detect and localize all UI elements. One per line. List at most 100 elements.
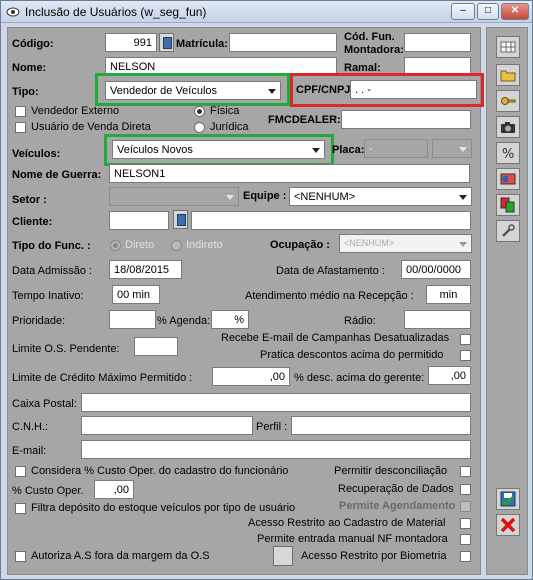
tipo-label: Tipo:: [12, 86, 39, 98]
permite-agendamento-label: Permite Agendamento: [339, 500, 456, 512]
save-button[interactable]: [496, 488, 520, 510]
filtra-deposito-label: Filtra depósito do estoque veículos por …: [31, 502, 296, 514]
email-field[interactable]: [81, 440, 471, 459]
window-title: Inclusão de Usuários (w_seg_fun): [25, 5, 207, 19]
custo-oper-field[interactable]: ,00: [94, 480, 134, 499]
acesso-biometria-label: Acesso Restrito por Biometria: [301, 550, 447, 562]
ocupacao-select[interactable]: <NENHUM>: [339, 234, 472, 253]
usuario-venda-direta-checkbox[interactable]: [15, 122, 26, 133]
cliente-lookup-button[interactable]: [173, 210, 188, 229]
nome-label: Nome:: [12, 62, 47, 74]
montadora-label: Montadora:: [344, 44, 404, 56]
fmcdealer-field[interactable]: [341, 110, 471, 129]
grid-button[interactable]: [496, 36, 520, 58]
cliente-code-field[interactable]: [109, 211, 169, 230]
wrench-button[interactable]: [496, 220, 520, 242]
recebe-email-label: Recebe E-mail de Campanhas Desatualizada…: [221, 332, 450, 344]
cpf-cnpj-field[interactable]: . . -: [350, 80, 477, 99]
recebe-email-checkbox[interactable]: [460, 334, 471, 345]
open-folder-icon: [500, 70, 516, 82]
cancel-icon: [500, 517, 516, 533]
acesso-biometria-checkbox[interactable]: [460, 551, 471, 562]
nome-guerra-field[interactable]: NELSON1: [109, 164, 470, 183]
wrench-icon: [502, 224, 515, 237]
considera-custo-checkbox[interactable]: [15, 466, 26, 477]
ocupacao-select-value: <NENHUM>: [344, 238, 395, 248]
permite-agendamento-checkbox[interactable]: [460, 501, 471, 512]
codigo-field[interactable]: 991: [105, 33, 157, 52]
juridica-radio[interactable]: [194, 122, 205, 133]
acesso-restrito-material-label: Acesso Restrito ao Cadastro de Material: [248, 517, 446, 529]
placa-label: Placa:: [332, 144, 365, 156]
fisica-radio[interactable]: [194, 106, 205, 117]
minimize-button[interactable]: –: [451, 3, 475, 20]
data-afastamento-field[interactable]: 00/00/0000: [401, 260, 471, 279]
indireto-label: Indireto: [186, 239, 223, 251]
veiculos-select[interactable]: Veículos Novos: [112, 140, 325, 159]
setor-label: Setor :: [12, 194, 47, 206]
permite-nf-manual-checkbox[interactable]: [460, 534, 471, 545]
caixa-postal-field[interactable]: [81, 393, 471, 412]
color-pages-button[interactable]: [496, 194, 520, 216]
form-panel: Código: 991 Matrícula: Cód. Fun. Montado…: [7, 27, 484, 575]
close-button[interactable]: ✕: [501, 3, 529, 20]
cnh-label: C.N.H.:: [12, 421, 49, 433]
indireto-radio[interactable]: [171, 240, 182, 251]
cliente-name-field[interactable]: [191, 211, 471, 230]
veiculos-select-value: Veículos Novos: [117, 144, 193, 156]
key-icon: [501, 97, 516, 105]
codigo-lookup-button[interactable]: [159, 33, 174, 52]
permite-nf-manual-label: Permite entrada manual NF montadora: [257, 533, 448, 545]
prioridade-field[interactable]: [109, 310, 156, 329]
pratica-descontos-checkbox[interactable]: [460, 350, 471, 361]
data-admissao-field[interactable]: 18/08/2015: [109, 260, 182, 279]
cnh-field[interactable]: [81, 416, 253, 435]
fisica-label: Física: [210, 105, 240, 117]
chevron-down-icon: [459, 195, 467, 200]
codigo-label: Código:: [12, 38, 54, 50]
permitir-desconciliacao-checkbox[interactable]: [460, 466, 471, 477]
fmcdealer-label: FMCDEALER:: [268, 114, 341, 126]
permitir-desconciliacao-label: Permitir desconciliação: [334, 465, 448, 477]
setor-select[interactable]: [109, 187, 239, 206]
caixa-postal-label: Caixa Postal:: [12, 398, 77, 410]
card-button[interactable]: [496, 168, 520, 190]
app-icon: [6, 7, 20, 17]
cod-fun-montadora-field[interactable]: [404, 33, 471, 52]
limite-credito-field[interactable]: ,00: [212, 367, 290, 386]
percent-button[interactable]: %: [496, 142, 520, 164]
placa-field[interactable]: -: [364, 139, 428, 158]
agenda-field[interactable]: %: [211, 310, 249, 329]
matricula-label: Matrícula:: [176, 38, 228, 50]
cod-fun-label: Cód. Fun.: [344, 31, 395, 43]
tempo-inativo-field[interactable]: 00 min: [112, 285, 160, 304]
placa-select[interactable]: [432, 139, 472, 158]
acesso-restrito-material-checkbox[interactable]: [460, 518, 471, 529]
filtra-deposito-checkbox[interactable]: [15, 503, 26, 514]
biometria-toggle[interactable]: [273, 546, 293, 566]
radio-field[interactable]: [404, 310, 471, 329]
limite-os-field[interactable]: [134, 337, 178, 356]
autoriza-as-checkbox[interactable]: [15, 551, 26, 562]
perfil-field[interactable]: [291, 416, 471, 435]
matricula-field[interactable]: [229, 33, 337, 52]
camera-button[interactable]: [496, 116, 520, 138]
recuperacao-dados-checkbox[interactable]: [460, 484, 471, 495]
vendedor-externo-checkbox[interactable]: [15, 106, 26, 117]
card-icon: [500, 173, 516, 185]
tipo-select-value: Vendedor de Veículos: [110, 85, 218, 97]
equipe-select[interactable]: <NENHUM>: [289, 187, 472, 206]
considera-custo-label: Considera % Custo Oper. do cadastro do f…: [31, 465, 289, 477]
cancel-button[interactable]: [496, 514, 520, 536]
custo-oper-label: % Custo Oper.: [12, 485, 84, 497]
maximize-button[interactable]: □: [477, 3, 499, 20]
key-button[interactable]: [496, 90, 520, 112]
tipo-select[interactable]: Vendedor de Veículos: [105, 81, 281, 100]
desc-gerente-field[interactable]: ,00: [428, 366, 471, 385]
camera-icon: [501, 122, 515, 133]
atendimento-field[interactable]: min: [426, 285, 471, 304]
open-folder-button[interactable]: [496, 64, 520, 86]
limite-credito-label: Limite de Crédito Máximo Permitido :: [12, 372, 193, 384]
direto-radio[interactable]: [110, 240, 121, 251]
window: Inclusão de Usuários (w_seg_fun) – □ ✕ C…: [0, 0, 533, 580]
